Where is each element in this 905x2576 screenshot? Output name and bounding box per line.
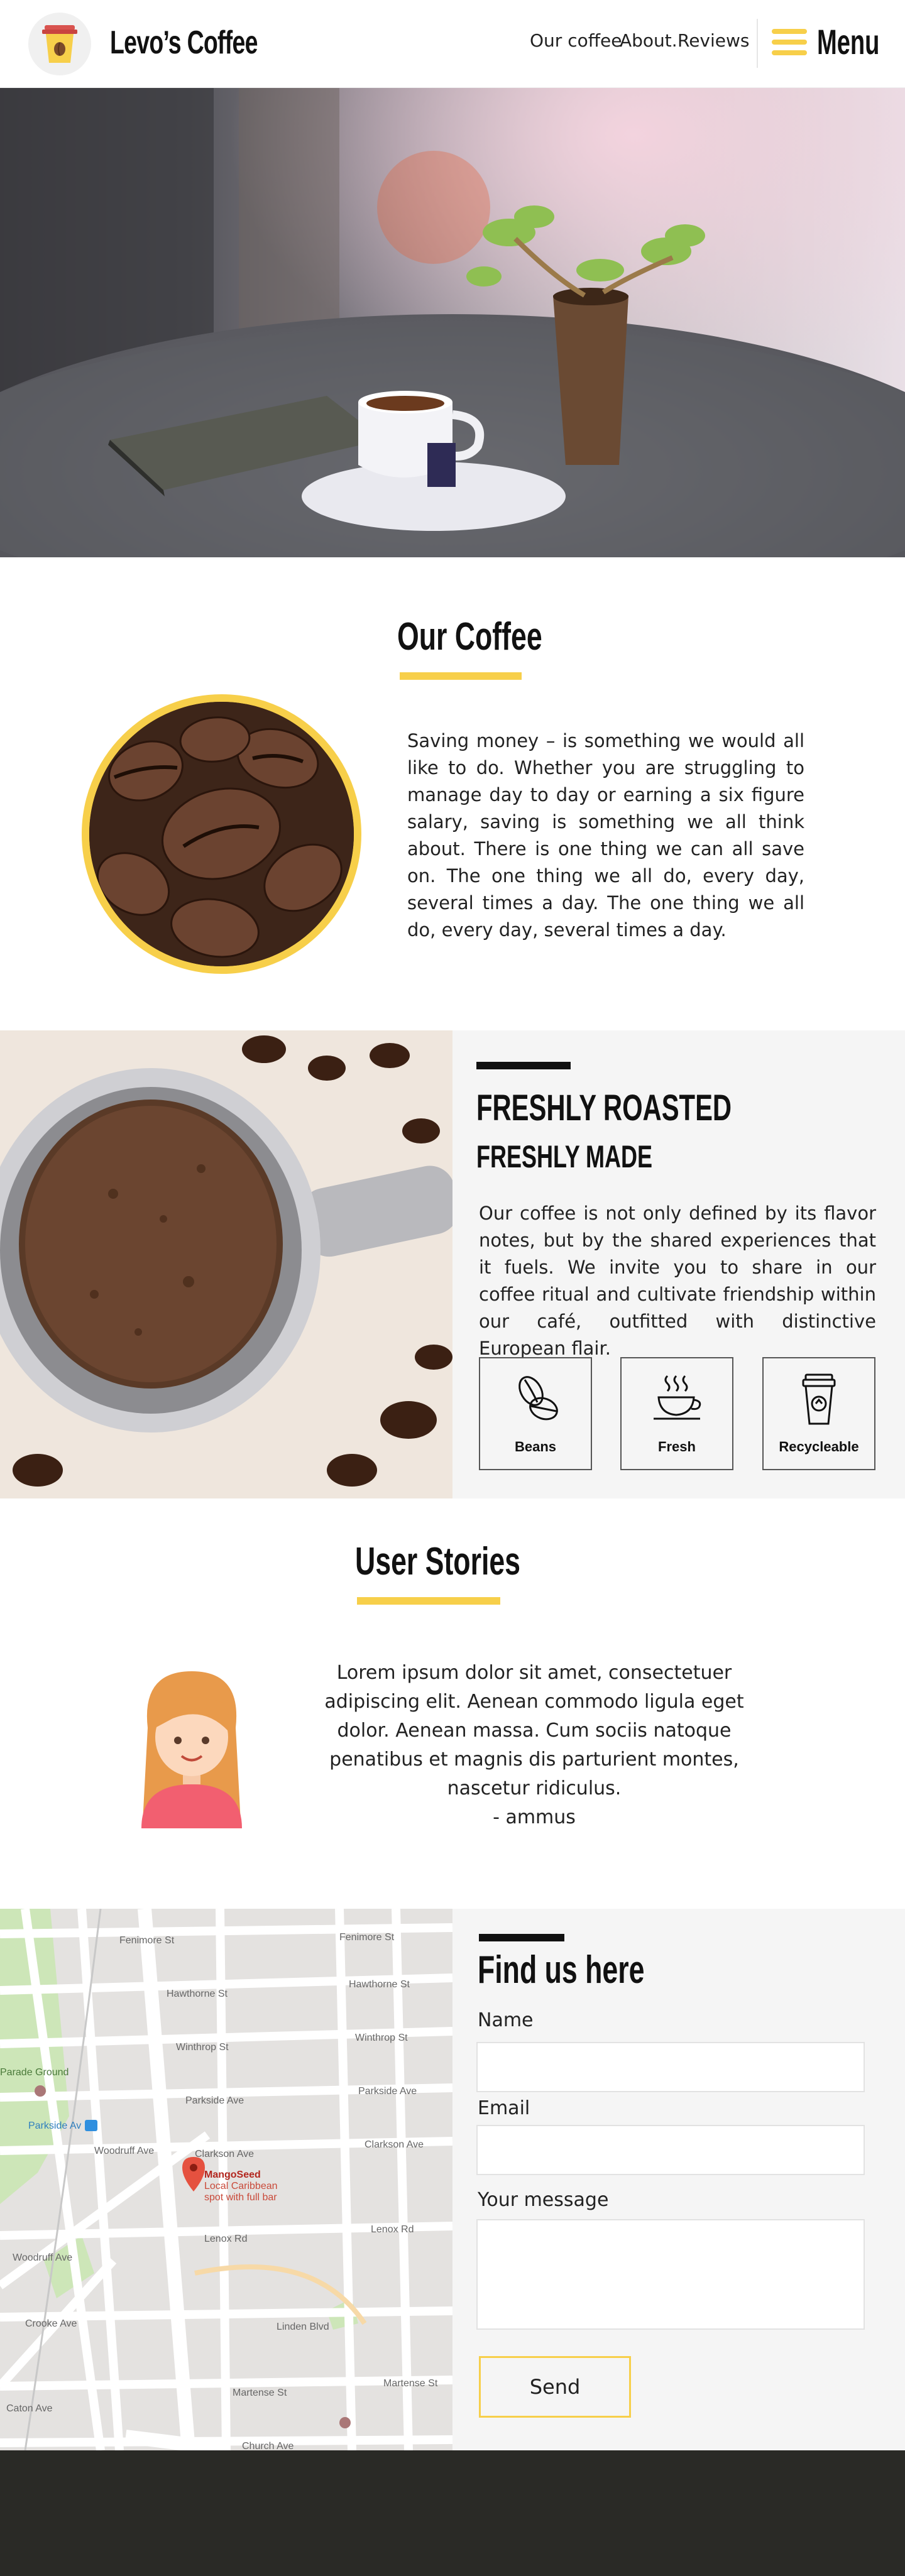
our-coffee-text: Saving money – is something we would all…	[407, 730, 804, 941]
find-us-title: Find us here	[478, 1948, 645, 1992]
map-street-label: Church Ave	[242, 2441, 294, 2450]
poi-icon	[339, 2417, 351, 2428]
feature-label-fresh: Fresh	[658, 1439, 696, 1454]
map-street-label: Fenimore St	[339, 1932, 395, 1943]
map-street-label: Linden Blvd	[277, 2322, 329, 2332]
map-street-label: Martense St	[233, 2388, 287, 2398]
feature-recycleable[interactable]: Recycleable	[762, 1357, 875, 1470]
user-avatar	[141, 1671, 242, 1828]
map-street-label: Martense St	[383, 2378, 438, 2389]
email-input[interactable]	[476, 2125, 865, 2175]
map-street-label: Fenimore St	[119, 1935, 175, 1946]
message-textarea[interactable]	[476, 2219, 865, 2330]
message-label: Your message	[478, 2189, 609, 2211]
feature-beans[interactable]: Beans	[479, 1357, 592, 1470]
map-street-label: Parkside Ave	[185, 2095, 244, 2106]
takeaway-cup-icon	[802, 1373, 836, 1425]
title-underline	[357, 1597, 500, 1605]
send-button[interactable]: Send	[479, 2356, 631, 2418]
nav-about[interactable]: About.	[620, 30, 677, 51]
site-header: Levo’s Coffee Our coffee About. Reviews …	[0, 0, 905, 88]
nav-reviews[interactable]: Reviews	[677, 30, 750, 51]
location-map[interactable]: Fenimore St Fenimore St Hawthorne St Haw…	[0, 1909, 452, 2450]
map-street-label: Woodruff Ave	[13, 2252, 72, 2263]
hero-image	[0, 88, 905, 557]
map-street-label: Caton Ave	[6, 2403, 53, 2414]
email-label: Email	[478, 2097, 530, 2119]
section-bar	[479, 1934, 564, 1941]
map-place-name: MangoSeed	[204, 2169, 261, 2180]
nav-divider	[757, 19, 758, 68]
user-story-author: - ammus	[493, 1806, 576, 1828]
coffee-beans-illustration	[89, 702, 354, 966]
steaming-cup-icon	[654, 1375, 701, 1420]
site-footer	[0, 2450, 905, 2576]
freshly-text: Our coffee is not only defined by its fl…	[479, 1203, 876, 1359]
map-street-label: Woodruff Ave	[94, 2146, 154, 2156]
coffee-beans-image	[82, 694, 361, 974]
map-street-label: Clarkson Ave	[195, 2149, 254, 2159]
map-place-desc: spot with full bar	[204, 2192, 277, 2203]
map-park-label: Parade Ground	[0, 2067, 69, 2078]
map-street-label: Winthrop St	[355, 2033, 408, 2043]
our-coffee-title: Our Coffee	[397, 615, 542, 658]
freshly-made-title: FRESHLY MADE	[476, 1139, 653, 1174]
portafilter-illustration	[0, 1030, 452, 1498]
feature-label-recycleable: Recycleable	[779, 1439, 859, 1454]
hero-cafe-table-illustration	[0, 88, 905, 557]
map-street-label: Crooke Ave	[25, 2318, 77, 2329]
section-bar	[476, 1062, 571, 1069]
map-place-desc: Local Caribbean	[204, 2181, 278, 2191]
map-street-label: Clarkson Ave	[365, 2139, 424, 2150]
freshly-roasted-title: FRESHLY ROASTED	[476, 1088, 732, 1128]
map-street-label: Lenox Rd	[204, 2234, 248, 2244]
name-input[interactable]	[476, 2042, 865, 2092]
brand-name[interactable]: Levo’s Coffee	[110, 24, 258, 62]
feature-label-beans: Beans	[514, 1439, 557, 1454]
nav-our-coffee[interactable]: Our coffee	[530, 30, 622, 51]
feature-fresh[interactable]: Fresh	[620, 1357, 733, 1470]
map-street-label: Parkside Ave	[358, 2086, 417, 2097]
map-street-label: Hawthorne St	[167, 1989, 228, 1999]
name-label: Name	[478, 2009, 534, 2031]
coffee-bean-icon	[518, 1376, 558, 1421]
user-story-quote: Lorem ipsum dolor sit amet, consectetuer…	[302, 1659, 767, 1832]
map-illustration: Fenimore St Fenimore St Hawthorne St Haw…	[0, 1909, 452, 2450]
map-station-label: Parkside Av	[28, 2120, 81, 2131]
logo[interactable]	[28, 13, 91, 75]
hamburger-menu-icon[interactable]	[772, 29, 807, 55]
user-stories-title: User Stories	[355, 1540, 521, 1583]
map-street-label: Winthrop St	[176, 2042, 229, 2053]
map-street-label: Lenox Rd	[371, 2224, 414, 2235]
espresso-portafilter-image	[0, 1030, 452, 1498]
subway-icon	[85, 2120, 97, 2131]
title-underline	[400, 672, 522, 680]
menu-button[interactable]: Menu	[817, 21, 879, 62]
coffee-cup-logo-icon	[42, 25, 77, 63]
park-icon	[35, 2085, 46, 2097]
map-street-label: Hawthorne St	[349, 1979, 410, 1990]
